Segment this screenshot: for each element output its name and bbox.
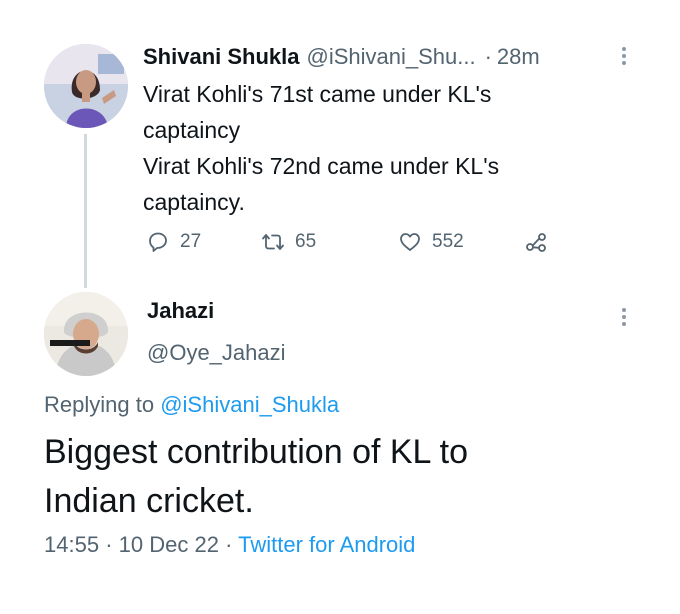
- thread-line: [84, 134, 87, 288]
- tweet-text-line: Virat Kohli's 72nd came under KL's: [143, 153, 500, 179]
- avatar[interactable]: [44, 44, 128, 128]
- tweet-text-line: Biggest contribution of KL to: [44, 433, 469, 471]
- replying-prefix: Replying to: [44, 392, 155, 417]
- more-icon[interactable]: [619, 306, 629, 328]
- mention-link[interactable]: @iShivani_Shukla: [160, 392, 339, 417]
- like-count: 552: [432, 231, 464, 252]
- tweet-time[interactable]: 14:55: [44, 532, 99, 557]
- retweet-icon: [262, 234, 284, 250]
- tweet-text-line: Indian cricket.: [44, 482, 254, 520]
- replying-to: Replying to @iShivani_Shukla: [44, 392, 339, 418]
- author-name[interactable]: Shivani Shukla: [143, 44, 300, 70]
- tweet-text: Biggest contribution of KL to Indian cri…: [44, 428, 644, 526]
- author-name[interactable]: Jahazi: [147, 298, 214, 324]
- tweet-text: Virat Kohli's 71st came under KL's capta…: [143, 76, 623, 220]
- source-link[interactable]: Twitter for Android: [238, 532, 415, 557]
- tweet-header: Shivani Shukla @iShivani_Shu... · 28m: [143, 40, 540, 74]
- reply-icon: [149, 232, 167, 252]
- separator: ·: [105, 532, 113, 557]
- heart-icon: [400, 233, 420, 251]
- more-icon[interactable]: [619, 45, 629, 67]
- author-handle[interactable]: @iShivani_Shu...: [307, 44, 476, 70]
- separator: ·: [225, 532, 233, 557]
- reply-count: 27: [180, 231, 202, 252]
- retweet-count: 65: [295, 231, 317, 252]
- reply-button[interactable]: 27: [146, 226, 201, 258]
- like-button[interactable]: 552: [398, 226, 464, 258]
- avatar-image: [44, 44, 128, 128]
- share-button[interactable]: [524, 226, 558, 258]
- tweet-meta: 14:55 · 10 Dec 22 · Twitter for Android: [44, 532, 415, 558]
- tweet-text-line: Virat Kohli's 71st came under KL's: [143, 81, 492, 107]
- avatar[interactable]: [44, 292, 128, 376]
- separator: ·: [484, 44, 492, 69]
- avatar-image: [44, 292, 128, 376]
- author-handle[interactable]: @Oye_Jahazi: [147, 340, 286, 366]
- tweet-date[interactable]: 10 Dec 22: [119, 532, 219, 557]
- tweet-text-line: captaincy: [143, 117, 241, 143]
- retweet-button[interactable]: 65: [261, 226, 316, 258]
- share-icon: [526, 233, 546, 252]
- tweet-actions: 27 65 552: [146, 226, 566, 258]
- tweet-text-line: captaincy.: [143, 189, 245, 215]
- tweet-time[interactable]: 28m: [497, 44, 540, 70]
